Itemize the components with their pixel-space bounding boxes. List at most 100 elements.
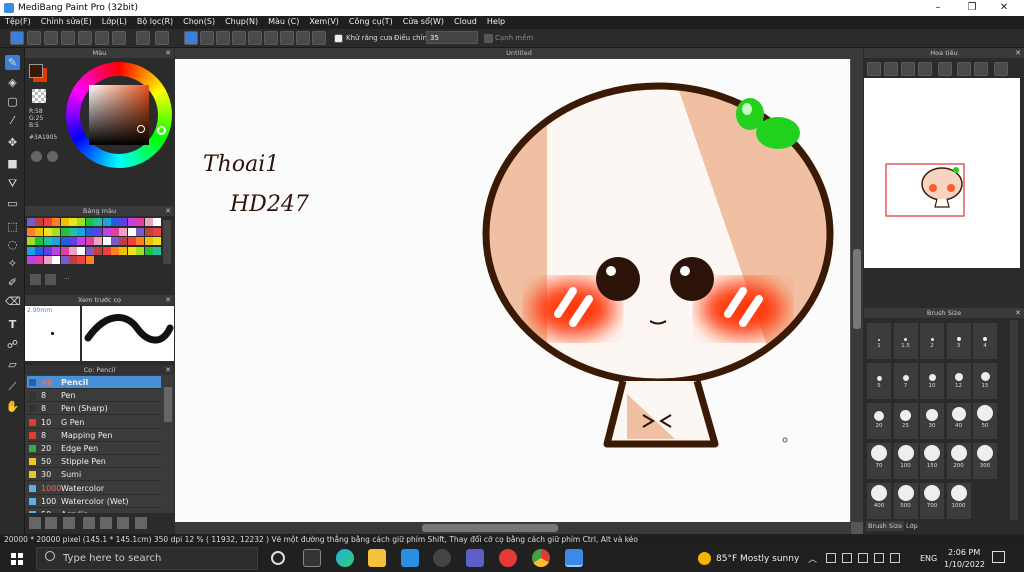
palette-more[interactable]: ··· (63, 275, 70, 283)
palette-swatch[interactable] (60, 246, 69, 255)
palette-swatch[interactable] (102, 237, 111, 245)
zoom-out-icon[interactable] (884, 62, 898, 76)
network-icon[interactable] (826, 553, 836, 563)
palette-swatch[interactable] (144, 256, 153, 264)
hand-tool-icon[interactable]: ✋ (5, 399, 20, 414)
palette-swatch[interactable] (144, 218, 153, 226)
palette-swatch[interactable] (35, 227, 44, 236)
color-mode-icon[interactable] (31, 151, 42, 162)
palette-swatch[interactable] (43, 237, 52, 245)
snap-curve-icon[interactable] (280, 31, 294, 45)
lasso-tool-icon[interactable]: ◌ (5, 237, 20, 252)
drawing-canvas[interactable]: Thoai1 HD247 (175, 59, 850, 522)
navigator-view[interactable] (864, 78, 1020, 268)
brush-list-item[interactable]: 50 Stipple Pen (27, 455, 161, 469)
palette-swatch[interactable] (136, 246, 145, 255)
brush-list-item[interactable]: 40 Pencil (27, 376, 161, 389)
palette-swatch[interactable] (60, 237, 69, 245)
palette-swatch[interactable] (119, 237, 128, 245)
palette-swatch[interactable] (52, 218, 61, 226)
palette-swatch[interactable] (119, 246, 128, 255)
palette-swatch[interactable] (102, 218, 111, 226)
palette-swatch[interactable] (27, 237, 35, 245)
menu-file[interactable]: Tệp(F) (0, 16, 36, 29)
brush-size-cell[interactable]: 25 (893, 403, 918, 439)
divide-tool-icon[interactable]: ▱ (5, 357, 20, 372)
palette-swatch[interactable] (111, 237, 119, 245)
palette-swatch[interactable] (153, 227, 161, 236)
palette-swatch[interactable] (77, 227, 86, 236)
palette-swatch[interactable] (127, 218, 136, 226)
horizontal-scrollbar[interactable] (175, 522, 851, 534)
menu-window[interactable]: Cửa sổ(W) (398, 16, 449, 29)
brush-list-item[interactable]: 10 G Pen (27, 416, 161, 429)
bucket-tool-icon[interactable]: ⛛ (5, 176, 20, 191)
palette-swatch[interactable] (119, 227, 128, 236)
brush-size-cell[interactable]: 12 (946, 363, 971, 399)
palette-swatch[interactable] (153, 256, 161, 264)
weather-icon[interactable] (698, 552, 711, 565)
palette-swatch[interactable] (52, 246, 61, 255)
foreground-color-swatch[interactable] (29, 64, 43, 78)
select-tool-icon[interactable]: ⬚ (5, 219, 20, 234)
palette-swatch[interactable] (35, 237, 44, 245)
brush-size-cell[interactable]: 5 (867, 363, 891, 399)
palette-swatch[interactable] (111, 218, 119, 226)
palette-swatch[interactable] (111, 256, 119, 264)
close-icon[interactable]: ✕ (165, 365, 171, 375)
snap-cross-icon[interactable] (264, 31, 278, 45)
tab-brush-size[interactable]: Brush Size (866, 521, 905, 531)
palette-swatch[interactable] (94, 237, 103, 245)
brush-size-cell[interactable]: 4 (973, 323, 997, 359)
palette-swatch[interactable] (43, 218, 52, 226)
duplicate-icon[interactable] (117, 517, 129, 529)
palette-swatch[interactable] (69, 246, 77, 255)
chrome-icon[interactable] (532, 549, 550, 567)
line-tool-icon[interactable]: ⁄ (5, 113, 20, 128)
vertical-scrollbar[interactable] (851, 59, 863, 522)
menu-snap[interactable]: Chụp(N) (220, 16, 263, 29)
zoom-fit-icon[interactable] (901, 62, 915, 76)
menu-filter[interactable]: Bộ lọc(R) (132, 16, 178, 29)
brush-list-item[interactable]: 1000 Watercolor (27, 482, 161, 495)
palette-swatch[interactable] (77, 218, 86, 226)
brush-size-cell[interactable]: 300 (973, 443, 997, 479)
palette-swatch[interactable] (60, 227, 69, 236)
maximize-button[interactable]: ❐ (962, 2, 982, 13)
palette-swatch[interactable] (136, 227, 145, 236)
brush-settings-icon[interactable] (83, 517, 95, 529)
clock-time[interactable]: 2:06 PM (948, 548, 980, 557)
sv-cursor[interactable] (137, 125, 145, 133)
palette-swatch[interactable] (102, 227, 111, 236)
volume-icon[interactable] (890, 553, 900, 563)
brush-list-scrollbar[interactable] (164, 387, 172, 422)
cortana-icon[interactable] (271, 551, 285, 565)
palette-swatch[interactable] (60, 218, 69, 226)
palette-swatch[interactable] (127, 246, 136, 255)
eyedropper-tool-icon[interactable]: ⟋ (5, 379, 20, 394)
brush-size-cell[interactable]: 400 (867, 483, 891, 519)
camera-icon[interactable] (433, 549, 451, 567)
menu-color[interactable]: Màu (C) (263, 16, 304, 29)
delete-color-icon[interactable] (45, 274, 56, 285)
palette-swatch[interactable] (153, 246, 161, 255)
app-notification-icon[interactable] (499, 549, 517, 567)
window-icon[interactable] (78, 31, 92, 45)
horizontal-scroll-thumb[interactable] (422, 524, 558, 532)
brush-menu-icon[interactable] (63, 517, 75, 529)
brush-list-item[interactable]: 20 Edge Pen (27, 442, 161, 455)
display-icon[interactable] (858, 553, 868, 563)
palette-swatch[interactable] (94, 256, 103, 264)
rotate-left-icon[interactable] (974, 62, 988, 76)
brush-size-cell[interactable]: 700 (920, 483, 944, 519)
adjust-input[interactable]: 35 (426, 31, 478, 44)
palette-swatch[interactable] (119, 256, 128, 264)
palette-swatch[interactable] (27, 256, 35, 264)
snap-off-icon[interactable] (184, 31, 198, 45)
brush-list-item[interactable]: 100 Watercolor (Wet) (27, 495, 161, 508)
language-indicator[interactable]: ENG (920, 554, 937, 563)
grid-icon[interactable] (112, 31, 126, 45)
palette-swatch[interactable] (27, 227, 35, 236)
chevron-up-icon[interactable]: ︿ (808, 552, 817, 565)
zoom-in-icon[interactable] (867, 62, 881, 76)
